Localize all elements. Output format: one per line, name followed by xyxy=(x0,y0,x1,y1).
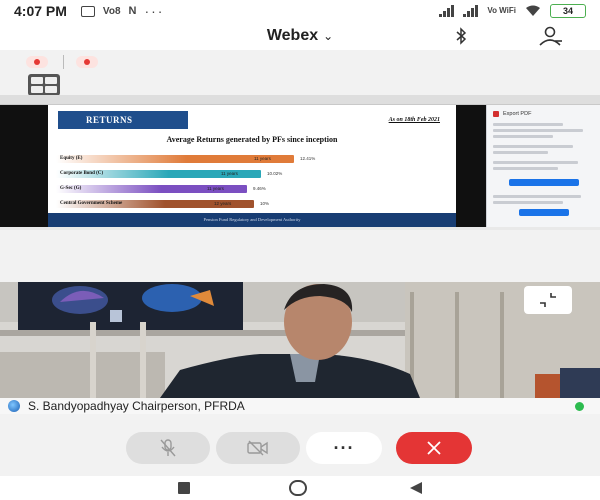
export-pdf-panel[interactable]: Export PDF xyxy=(486,105,600,227)
bar-value: 10% xyxy=(260,201,270,206)
slide-left-margin xyxy=(0,105,48,227)
leave-meeting-button[interactable] xyxy=(396,432,472,464)
panel-text-line xyxy=(493,151,548,154)
more-options-button[interactable]: ··· xyxy=(306,432,382,464)
panel-text-line xyxy=(493,135,553,138)
bar-label: Equity (E) xyxy=(60,156,83,161)
participants-icon[interactable] xyxy=(537,26,563,46)
home-icon[interactable] xyxy=(289,480,307,496)
slide-title: Average Returns generated by PFs since i… xyxy=(166,135,338,144)
recording-indicator xyxy=(76,56,98,68)
app-header: Webex ⌄ xyxy=(0,22,600,50)
battery-icon: 34 xyxy=(550,4,586,18)
system-indicators: Vo WiFi 34 xyxy=(439,4,586,18)
export-pdf-header: Export PDF xyxy=(493,111,531,117)
panel-text-line xyxy=(493,161,578,164)
participant-video[interactable] xyxy=(0,282,600,398)
bluetooth-icon[interactable] xyxy=(455,27,467,45)
participant-name: S. Bandyopadhyay Chairperson, PFRDA xyxy=(28,399,245,413)
content-spacer xyxy=(0,230,600,282)
panel-text-line xyxy=(493,123,563,126)
camera-off-icon xyxy=(247,440,268,456)
wifi-icon xyxy=(526,5,540,16)
android-status-bar: 4:07 PM Vo8 N ··· Vo WiFi 34 xyxy=(0,0,600,22)
panel-text-line xyxy=(493,167,558,170)
convert-button[interactable] xyxy=(509,179,579,186)
bar-row: G-Sec (G) 11 years 9.46% xyxy=(56,183,456,197)
shared-app-toolbar xyxy=(0,95,600,105)
panel-text-line xyxy=(493,195,581,198)
shared-screen[interactable]: RETURNS As on 18th Feb 2021 Average Retu… xyxy=(0,95,600,230)
mail-icon xyxy=(80,5,95,17)
notification-icons: Vo8 N ··· xyxy=(80,3,165,19)
slide-date: As on 18th Feb 2021 xyxy=(388,117,440,123)
bar-duration: 11 years xyxy=(207,186,224,191)
volte-icon: Vo8 xyxy=(102,5,121,17)
vowifi-icon: Vo WiFi xyxy=(487,6,516,15)
bar-value: 9.46% xyxy=(253,186,266,191)
panel-text-line xyxy=(493,145,573,148)
bar-row: Corporate Bond (C) 11 years 10.02% xyxy=(56,168,456,182)
bar-label: Corporate Bond (C) xyxy=(60,171,104,176)
bar-label: Central Government Scheme xyxy=(60,201,123,206)
slide-banner: RETURNS xyxy=(58,111,188,129)
recent-apps-icon[interactable] xyxy=(178,482,190,494)
muted-indicator xyxy=(26,56,48,68)
bar-value: 10.02% xyxy=(267,171,283,176)
video-button[interactable] xyxy=(216,432,300,464)
collapse-arrows-icon[interactable] xyxy=(524,286,572,314)
bar-label: G-Sec (G) xyxy=(60,186,82,191)
bar-row: Equity (E) 11 years 12.41% xyxy=(56,153,456,167)
microphone-muted-icon xyxy=(160,439,176,457)
more-dots-icon: ··· xyxy=(333,437,355,458)
webex-logo-icon xyxy=(8,400,20,412)
bar-duration: 11 years xyxy=(221,171,238,176)
indicator-divider xyxy=(63,55,64,69)
mute-button[interactable] xyxy=(126,432,210,464)
signal-strength-2-icon xyxy=(463,5,479,17)
connection-status-icon xyxy=(575,402,584,411)
close-icon xyxy=(427,441,441,455)
back-icon[interactable] xyxy=(410,482,422,494)
bar-value: 12.41% xyxy=(300,156,316,161)
chevron-down-icon[interactable]: ⌄ xyxy=(323,29,333,43)
signal-strength-icon xyxy=(439,5,455,17)
more-dots-icon: ··· xyxy=(144,3,165,19)
bar-duration: 11 years xyxy=(254,156,271,161)
panel-text-line xyxy=(493,201,563,204)
slide-footer: Pension Fund Regulatory and Development … xyxy=(48,213,456,227)
android-nav-bar xyxy=(0,476,600,500)
free-trial-button[interactable] xyxy=(519,209,569,216)
pdf-icon xyxy=(493,111,499,117)
bar-duration: 12 years xyxy=(214,201,232,206)
battery-percent: 34 xyxy=(562,6,573,16)
panel-text-line xyxy=(493,129,583,132)
slide-right-margin xyxy=(456,105,486,227)
status-time: 4:07 PM xyxy=(14,3,67,19)
presentation-slide: RETURNS As on 18th Feb 2021 Average Retu… xyxy=(48,105,456,227)
export-pdf-title: Export PDF xyxy=(503,111,532,117)
participant-name-bar: S. Bandyopadhyay Chairperson, PFRDA xyxy=(0,398,600,414)
call-controls: ··· xyxy=(0,414,600,476)
grid-layout-icon[interactable] xyxy=(28,74,60,96)
video-scene xyxy=(0,282,600,398)
app-title[interactable]: Webex xyxy=(267,27,318,45)
nfc-icon: N xyxy=(128,5,137,17)
bar-row: Central Government Scheme 12 years 10% xyxy=(56,198,456,212)
